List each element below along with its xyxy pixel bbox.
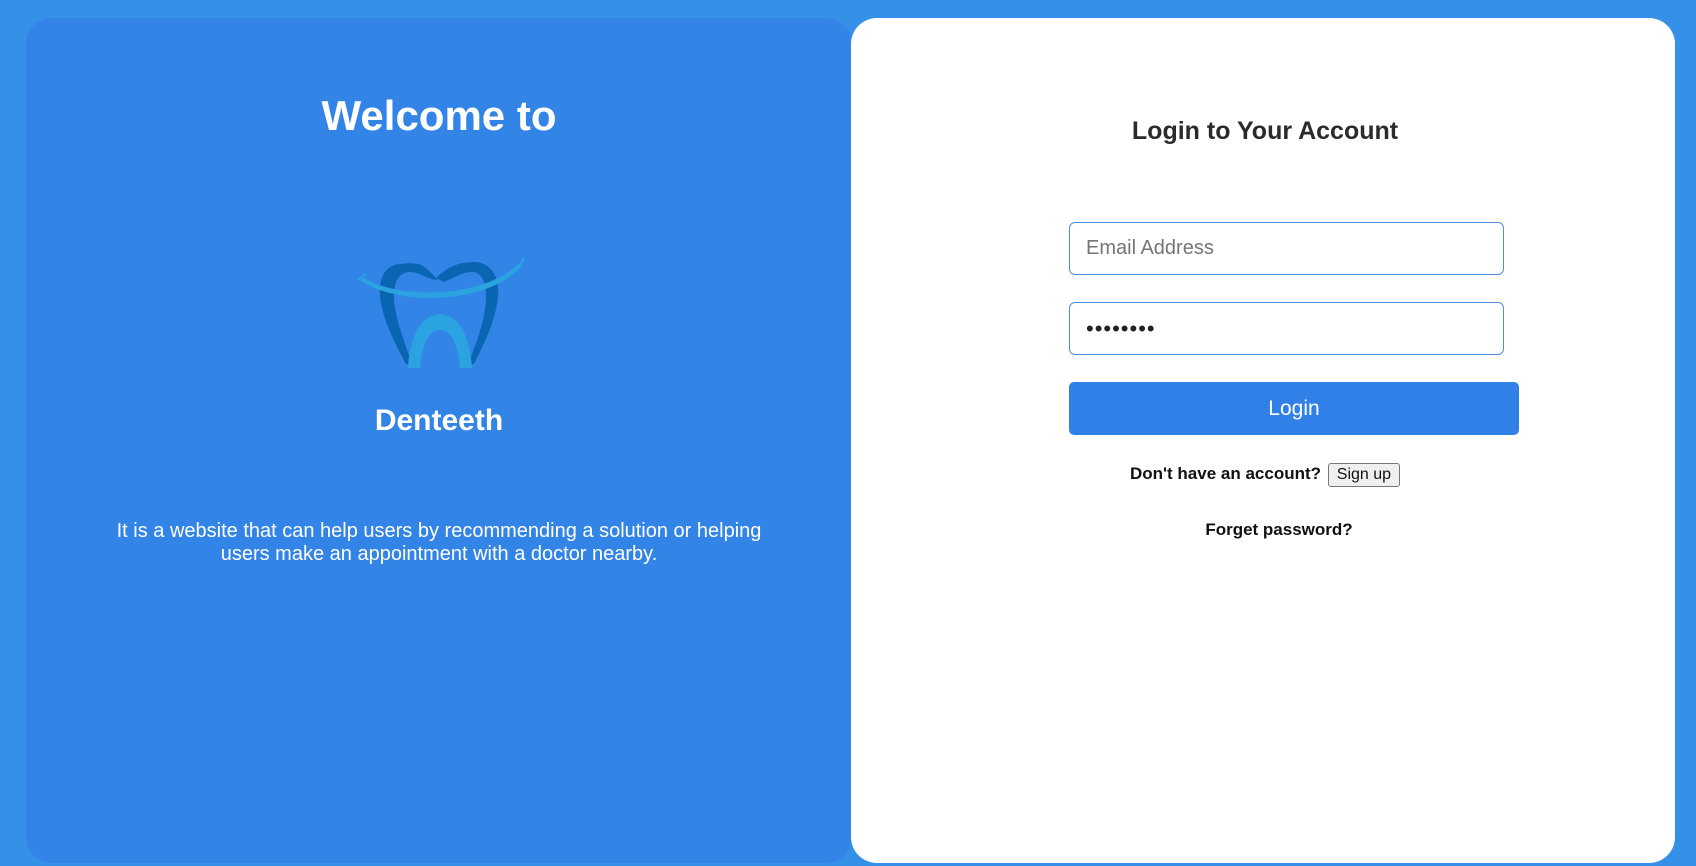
- brand-name: Denteeth: [374, 404, 504, 437]
- login-button[interactable]: Login: [1069, 382, 1519, 435]
- tooth-smile-logo-icon: [357, 257, 525, 368]
- site-description: It is a website that can help users by r…: [116, 520, 762, 565]
- signup-prompt: Don't have an account?: [1129, 464, 1322, 483]
- signup-button[interactable]: Sign up: [1327, 463, 1401, 487]
- page-background: Welcome to Denteeth It is a website that…: [0, 0, 1696, 866]
- signup-row: Don't have an account? Sign up: [851, 463, 1679, 487]
- login-panel: Login to Your Account Login Don't have a…: [851, 18, 1675, 863]
- forget-password-link[interactable]: Forget password?: [851, 520, 1696, 540]
- welcome-panel: Welcome to Denteeth It is a website that…: [26, 18, 852, 863]
- password-field[interactable]: [1069, 302, 1504, 355]
- welcome-heading: Welcome to: [321, 92, 557, 139]
- login-title: Login to Your Account: [1131, 117, 1399, 145]
- email-field[interactable]: [1069, 222, 1504, 275]
